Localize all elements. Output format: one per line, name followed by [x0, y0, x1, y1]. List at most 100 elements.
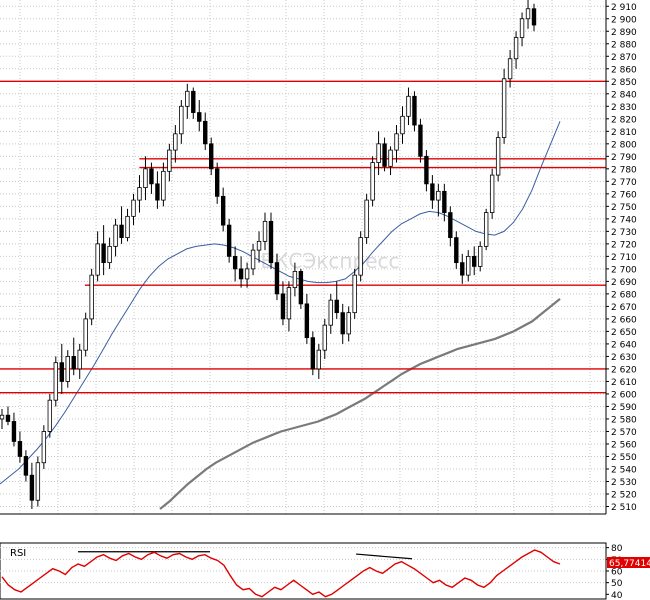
candle: [483, 208, 489, 251]
y-tick-label: 2 590: [611, 403, 637, 413]
candle-body: [352, 274, 357, 314]
candle-body: [358, 237, 363, 276]
price-axis: 2 510 2 520 2 530 2 540 2 550 2 560 2 570 2 580…: [606, 3, 637, 513]
candle-body: [89, 274, 94, 320]
candle-body: [191, 90, 196, 113]
candle-body: [418, 124, 423, 157]
candle-body: [53, 362, 58, 401]
candle-body: [214, 168, 220, 197]
y-tick-label: 2 560: [611, 440, 637, 450]
candle-body: [173, 133, 178, 151]
candle-body: [501, 78, 507, 138]
candle-body: [65, 356, 70, 382]
y-tick-label: 2 850: [611, 78, 637, 88]
y-tick-label: 2 800: [611, 140, 637, 150]
candle-body: [478, 245, 483, 267]
y-tick-label: 2 870: [611, 53, 637, 63]
y-tick-label: 2 680: [611, 290, 637, 300]
candle-body: [340, 312, 345, 335]
y-tick-label: 2 720: [611, 240, 637, 250]
candle-body: [256, 240, 262, 251]
candle-body: [250, 249, 256, 270]
candle-body: [244, 268, 250, 280]
candle-body: [454, 237, 459, 264]
candle-body: [495, 137, 501, 176]
candle-body: [376, 143, 381, 163]
candle-body: [394, 133, 399, 151]
candle-body: [232, 255, 238, 270]
rsi-tick-label: 80: [611, 544, 623, 554]
candle-body: [29, 474, 35, 501]
y-tick-label: 2 830: [611, 103, 637, 113]
candle-body: [388, 149, 393, 167]
candle-body: [436, 190, 441, 201]
candle: [35, 456, 41, 507]
y-tick-label: 2 660: [611, 315, 637, 325]
y-tick-label: 2 880: [611, 40, 637, 50]
candle: [310, 331, 316, 376]
candle-body: [525, 8, 531, 20]
y-tick-label: 2 810: [611, 128, 637, 138]
candle-body: [113, 224, 118, 247]
candle-body: [507, 58, 513, 80]
candle: [53, 356, 58, 407]
candle-body: [328, 299, 333, 326]
y-tick-label: 2 670: [611, 303, 637, 313]
candle: [89, 268, 94, 326]
y-tick-label: 2 610: [611, 378, 637, 388]
candle-body: [472, 255, 477, 267]
y-tick-label: 2 690: [611, 278, 637, 288]
candle-body: [155, 183, 160, 201]
candle-body: [95, 243, 100, 276]
candle: [47, 393, 53, 438]
candle-body: [286, 287, 292, 320]
candle-body: [35, 462, 41, 501]
candle-body: [346, 312, 351, 335]
y-tick-label: 2 790: [611, 153, 637, 163]
candle: [501, 68, 507, 144]
candle-body: [203, 120, 208, 145]
y-tick-label: 2 890: [611, 28, 637, 38]
y-tick-label: 2 710: [611, 253, 637, 263]
candle-body: [519, 18, 525, 38]
candle-body: [442, 190, 447, 214]
candle-body: [400, 115, 405, 135]
candle: [352, 268, 357, 319]
candle-body: [71, 356, 76, 370]
y-tick-label: 2 900: [611, 15, 637, 25]
candle-body: [167, 149, 172, 172]
candle-body: [406, 95, 411, 117]
candle: [412, 91, 417, 132]
candle-body: [448, 212, 453, 239]
candle-body: [11, 421, 17, 442]
candle-body: [149, 168, 154, 185]
candle-body: [185, 90, 190, 107]
candle-body: [238, 268, 244, 280]
candle-body: [59, 362, 64, 382]
y-tick-label: 2 640: [611, 340, 637, 350]
rsi-tick-label: 60: [611, 568, 623, 578]
rsi-title: RSI: [10, 548, 26, 559]
candle-body: [489, 174, 495, 214]
y-tick-label: 2 530: [611, 478, 637, 488]
y-tick-label: 2 520: [611, 490, 637, 500]
y-tick-label: 2 620: [611, 365, 637, 375]
candle-body: [179, 105, 184, 135]
y-tick-label: 2 540: [611, 465, 637, 475]
y-tick-label: 2 760: [611, 190, 637, 200]
candle-body: [430, 183, 435, 201]
stock-chart: БКСЭкспресс 2 5102 5202 5302 5402 5502 5…: [0, 0, 650, 600]
y-tick-label: 2 510: [611, 503, 637, 513]
candle-body: [77, 349, 82, 370]
rsi-last-value: 65,77414: [609, 559, 650, 569]
candle: [83, 312, 88, 357]
candle-body: [370, 162, 375, 201]
candle-body: [334, 299, 339, 314]
candle-body: [119, 224, 124, 239]
candle-body: [268, 220, 274, 264]
y-tick-label: 2 840: [611, 90, 637, 100]
candle-body: [220, 195, 226, 226]
candle-body: [131, 199, 136, 217]
candle: [41, 425, 47, 469]
candle-body: [17, 441, 23, 457]
